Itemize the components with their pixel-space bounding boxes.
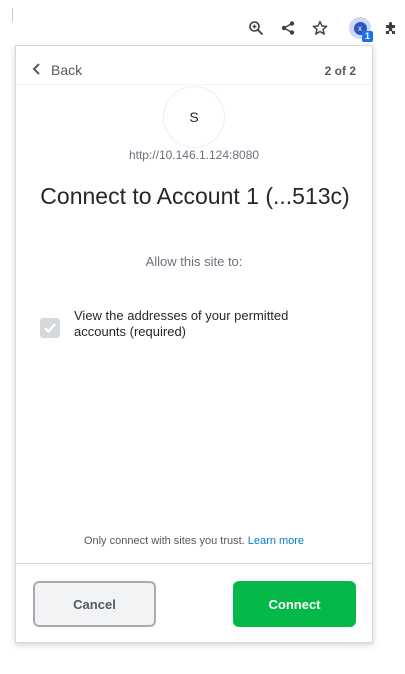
page-title: Connect to Account 1 (...513c)	[40, 183, 350, 209]
header-divider	[16, 84, 372, 85]
permission-item: View the addresses of your permitted acc…	[40, 308, 340, 340]
bookmark-star-icon[interactable]	[310, 18, 330, 38]
back-button[interactable]: Back	[32, 62, 82, 78]
browser-toolbar: x 1	[0, 0, 405, 44]
site-url: http://10.146.1.124:8080	[128, 148, 260, 162]
checkmark-icon	[44, 323, 56, 334]
chevron-left-icon	[32, 62, 41, 78]
footer-divider	[16, 563, 372, 564]
back-label: Back	[51, 62, 83, 78]
toolbar-divider	[0, 8, 13, 22]
page-counter: 2 of 2	[324, 64, 356, 78]
connect-button[interactable]: Connect	[233, 581, 356, 627]
extension-badge: 1	[362, 31, 373, 42]
trust-note: Only connect with sites you trust. Learn…	[16, 535, 372, 547]
zoom-icon[interactable]	[246, 18, 266, 38]
permission-checkbox[interactable]	[40, 318, 60, 338]
site-avatar: S	[163, 86, 225, 148]
puzzle-icon[interactable]	[381, 18, 401, 38]
share-icon[interactable]	[278, 18, 298, 38]
cancel-button[interactable]: Cancel	[33, 581, 156, 627]
trust-note-text: Only connect with sites you trust.	[83, 535, 245, 547]
connect-popup: Back 2 of 2 S http://10.146.1.124:8080 C…	[15, 45, 373, 643]
permissions-subtitle: Allow this site to:	[145, 254, 243, 269]
site-initial: S	[189, 109, 199, 125]
permission-label: View the addresses of your permitted acc…	[74, 308, 289, 339]
learn-more-link[interactable]: Learn more	[248, 535, 304, 547]
